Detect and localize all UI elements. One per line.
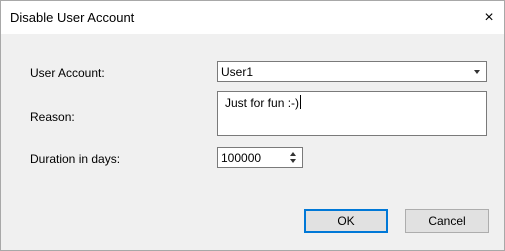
ok-button[interactable]: OK — [304, 209, 388, 233]
close-icon[interactable]: × — [474, 1, 504, 34]
spin-up-icon[interactable] — [290, 152, 296, 156]
user-account-value: User1 — [221, 65, 254, 79]
text-caret — [300, 95, 302, 109]
cancel-button[interactable]: Cancel — [405, 209, 489, 233]
duration-label: Duration in days: — [30, 152, 121, 166]
reason-textarea[interactable]: Just for fun :-) — [217, 91, 487, 136]
user-account-label: User Account: — [30, 66, 105, 80]
user-account-select[interactable]: User1 — [217, 61, 487, 82]
duration-spinbox[interactable]: 100000 — [217, 147, 303, 168]
duration-value: 100000 — [221, 151, 262, 165]
title-bar: Disable User Account × — [1, 1, 504, 34]
chevron-down-icon[interactable] — [474, 70, 480, 74]
spin-down-icon[interactable] — [290, 159, 296, 163]
disable-user-account-dialog: Disable User Account × User Account: Use… — [0, 0, 505, 251]
reason-label: Reason: — [30, 110, 75, 124]
reason-value: Just for fun :-) — [225, 96, 300, 110]
dialog-title: Disable User Account — [10, 10, 135, 25]
